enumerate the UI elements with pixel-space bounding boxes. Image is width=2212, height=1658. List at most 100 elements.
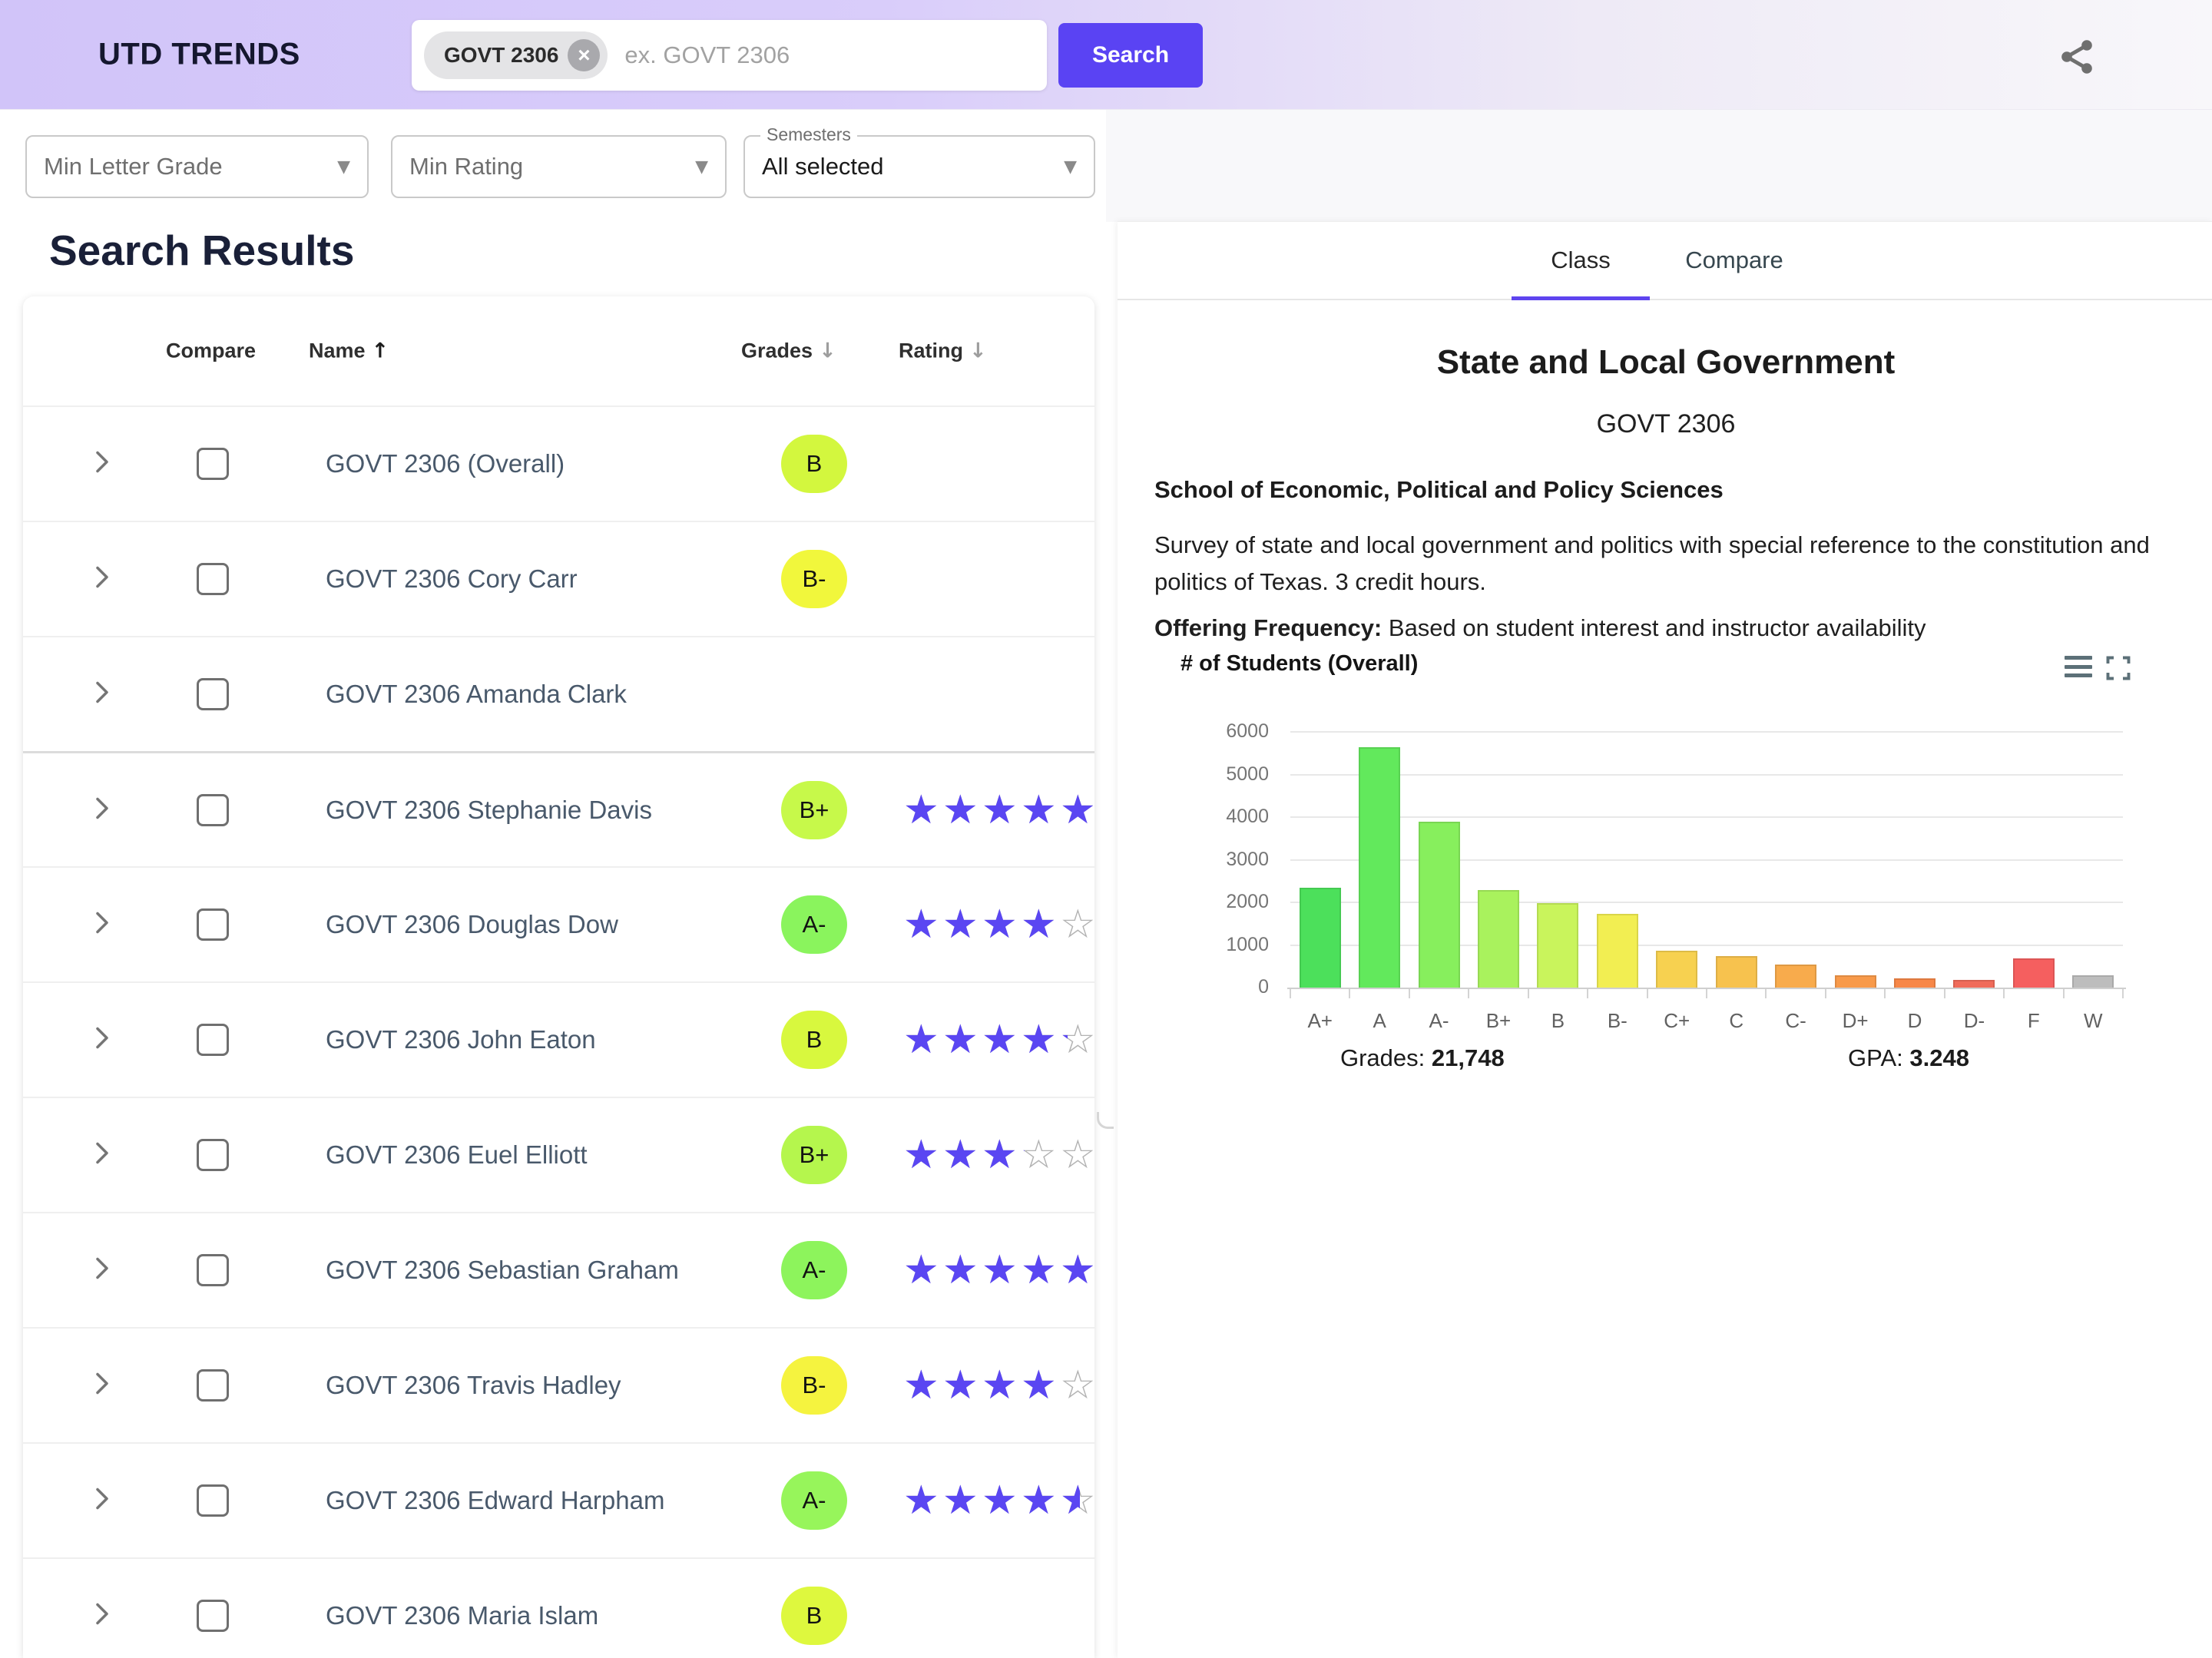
star-icon: ☆★ (1021, 1018, 1060, 1062)
chevron-down-icon: ▼ (337, 157, 350, 177)
star-rating: ☆★☆★☆★☆★☆★ (903, 1018, 1094, 1062)
compare-checkbox[interactable] (197, 1254, 229, 1286)
column-header-name[interactable]: Name↑ (309, 339, 389, 363)
star-icon: ☆★ (1021, 1133, 1060, 1177)
table-row: GOVT 2306 Stephanie DavisB+☆★☆★☆★☆★☆★ (23, 751, 1094, 866)
search-chip-label: GOVT 2306 (444, 43, 558, 68)
share-icon[interactable] (2057, 35, 2100, 82)
utd-trends-app: UTD TRENDS GOVT 2306 × ex. GOVT 2306 Sea… (0, 0, 2212, 1658)
sort-ascending-icon: ↑ (372, 339, 389, 363)
compare-checkbox[interactable] (197, 1024, 229, 1056)
compare-checkbox[interactable] (197, 448, 229, 480)
star-icon: ☆★ (942, 1478, 982, 1523)
min-rating-value: Min Rating (409, 153, 523, 180)
star-icon: ☆★ (903, 1133, 942, 1177)
chip-remove-icon[interactable]: × (568, 39, 600, 71)
star-icon: ☆★ (942, 902, 982, 947)
expand-chevron-icon[interactable] (86, 1023, 117, 1057)
compare-checkbox[interactable] (197, 1369, 229, 1402)
expand-chevron-icon[interactable] (86, 677, 117, 712)
star-icon: ☆★ (982, 902, 1021, 947)
grade-badge: A- (781, 1241, 847, 1299)
result-name[interactable]: GOVT 2306 Stephanie Davis (326, 796, 652, 825)
star-icon: ☆★ (1021, 1248, 1060, 1292)
search-chip[interactable]: GOVT 2306 × (424, 31, 608, 79)
result-name[interactable]: GOVT 2306 John Eaton (326, 1025, 596, 1054)
star-rating: ☆★☆★☆★☆★☆★ (903, 788, 1094, 832)
app-logo: UTD TRENDS (98, 38, 300, 72)
result-name[interactable]: GOVT 2306 Amanda Clark (326, 680, 627, 709)
result-name[interactable]: GOVT 2306 (Overall) (326, 449, 565, 478)
search-button[interactable]: Search (1058, 23, 1203, 88)
expand-chevron-icon[interactable] (86, 562, 117, 597)
star-icon: ☆★ (1060, 788, 1094, 832)
table-row: GOVT 2306 John Eaton B ☆★☆★☆★☆★☆★ (23, 981, 1094, 1097)
expand-chevron-icon[interactable] (86, 908, 117, 942)
column-header-grades[interactable]: Grades↓ (741, 339, 836, 363)
class-title: State and Local Government (1154, 343, 2177, 382)
table-row: GOVT 2306 Travis HadleyB-☆★☆★☆★☆★☆★ (23, 1327, 1094, 1442)
result-name[interactable]: GOVT 2306 Euel Elliott (326, 1140, 588, 1170)
result-name[interactable]: GOVT 2306 Cory Carr (326, 564, 578, 594)
star-icon: ☆★ (1021, 788, 1060, 832)
result-name[interactable]: GOVT 2306 Travis Hadley (326, 1371, 621, 1400)
star-icon: ☆★ (1060, 1018, 1094, 1062)
table-row: GOVT 2306 (Overall) B (23, 405, 1094, 521)
star-icon: ☆★ (982, 1363, 1021, 1408)
table-row: GOVT 2306 Edward HarphamA-☆★☆★☆★☆★☆★ (23, 1442, 1094, 1557)
column-header-rating[interactable]: Rating↓ (899, 339, 987, 363)
tab-compare[interactable]: Compare (1665, 222, 1803, 299)
result-name[interactable]: GOVT 2306 Douglas Dow (326, 910, 618, 939)
expand-chevron-icon[interactable] (86, 1253, 117, 1288)
result-name[interactable]: GOVT 2306 Maria Islam (326, 1601, 598, 1630)
star-icon: ☆★ (1021, 1478, 1060, 1523)
chart-menu-icon[interactable] (2065, 654, 2092, 677)
grade-badge: B (781, 435, 847, 493)
star-icon: ☆★ (942, 1248, 982, 1292)
star-icon: ☆★ (1060, 1133, 1094, 1177)
compare-checkbox[interactable] (197, 563, 229, 595)
compare-checkbox[interactable] (197, 1600, 229, 1632)
compare-checkbox[interactable] (197, 794, 229, 826)
sort-descending-icon: ↓ (969, 339, 987, 363)
chevron-down-icon: ▼ (695, 157, 708, 177)
star-rating: ☆★☆★☆★☆★☆★ (903, 902, 1094, 947)
table-row: GOVT 2306 Maria IslamB (23, 1557, 1094, 1658)
expand-chevron-icon[interactable] (86, 447, 117, 482)
compare-checkbox[interactable] (197, 1484, 229, 1517)
page-title: Search Results (49, 226, 354, 275)
grade-badge: B- (781, 550, 847, 608)
course-search-input[interactable]: GOVT 2306 × ex. GOVT 2306 (412, 20, 1047, 91)
expand-chevron-icon[interactable] (86, 1368, 117, 1403)
compare-checkbox[interactable] (197, 678, 229, 710)
sort-descending-icon: ↓ (819, 339, 836, 363)
compare-checkbox[interactable] (197, 908, 229, 941)
tab-class[interactable]: Class (1512, 222, 1650, 299)
chart-title: # of Students (Overall) (1181, 651, 1418, 677)
expand-chevron-icon[interactable] (86, 1138, 117, 1173)
expand-chevron-icon[interactable] (86, 1484, 117, 1518)
result-name[interactable]: GOVT 2306 Sebastian Graham (326, 1256, 679, 1285)
star-rating: ☆★☆★☆★☆★☆★ (903, 1248, 1094, 1292)
tab-bar: Class Compare (1118, 222, 2212, 300)
grade-badge: B (781, 1011, 847, 1069)
table-row: GOVT 2306 Douglas DowA-☆★☆★☆★☆★☆★ (23, 866, 1094, 981)
star-icon: ☆★ (982, 1248, 1021, 1292)
class-detail-panel: Class Compare State and Local Government… (1118, 221, 2212, 1658)
min-rating-select[interactable]: Min Rating ▼ (391, 135, 727, 198)
star-icon: ☆★ (903, 788, 942, 832)
results-table: Compare Name↑ Grades↓ Rating↓ GOVT 2306 … (23, 296, 1094, 1658)
chevron-down-icon: ▼ (1064, 157, 1077, 177)
star-icon: ☆★ (982, 1018, 1021, 1062)
min-letter-grade-value: Min Letter Grade (44, 153, 223, 180)
semesters-select[interactable]: Semesters All selected ▼ (743, 135, 1095, 198)
semesters-label: Semesters (760, 124, 857, 145)
panel-divider-handle[interactable] (1097, 1112, 1114, 1129)
star-rating: ☆★☆★☆★☆★☆★ (903, 1478, 1094, 1523)
min-letter-grade-select[interactable]: Min Letter Grade ▼ (25, 135, 369, 198)
fullscreen-icon[interactable] (2104, 654, 2132, 686)
result-name[interactable]: GOVT 2306 Edward Harpham (326, 1486, 664, 1515)
compare-checkbox[interactable] (197, 1139, 229, 1171)
expand-chevron-icon[interactable] (86, 793, 117, 827)
expand-chevron-icon[interactable] (86, 1599, 117, 1633)
